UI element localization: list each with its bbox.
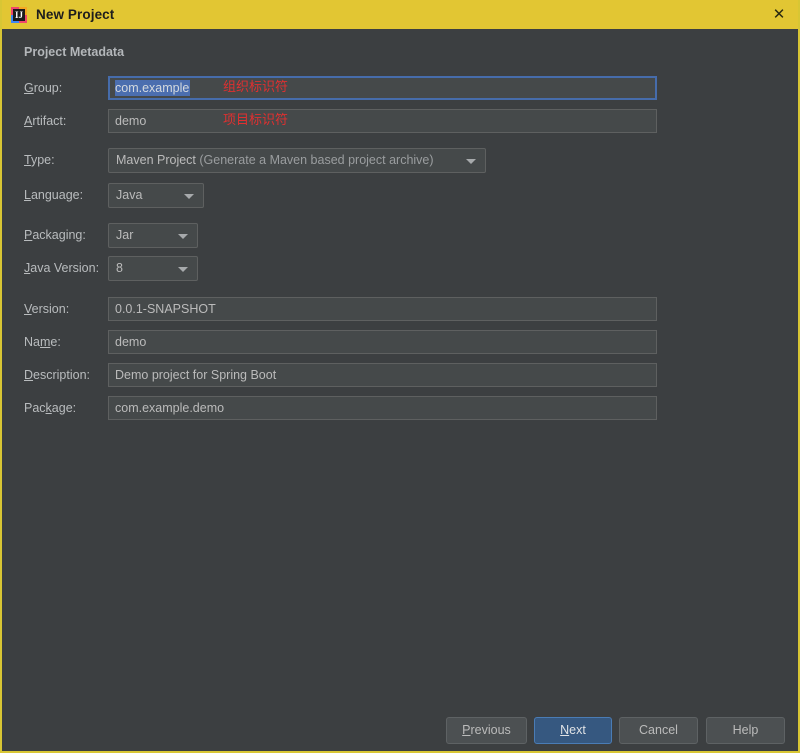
- dialog-body: Project Metadata Group: com.example 组织标识…: [2, 29, 798, 751]
- name-input[interactable]: demo: [108, 330, 657, 354]
- new-project-dialog: IJ New Project ✕ Project Metadata Group:…: [0, 0, 800, 753]
- description-label: Description:: [24, 368, 91, 382]
- language-label: Language:: [24, 188, 84, 202]
- close-icon[interactable]: ✕: [756, 0, 798, 29]
- package-label: Package:: [24, 401, 77, 415]
- description-input[interactable]: Demo project for Spring Boot: [108, 363, 657, 387]
- group-label: Group:: [24, 81, 63, 95]
- language-dropdown[interactable]: Java: [108, 183, 204, 208]
- type-value-hint: (Generate a Maven based project archive): [199, 153, 434, 167]
- window-title: New Project: [36, 7, 115, 22]
- group-input[interactable]: com.example: [108, 76, 657, 100]
- packaging-dropdown[interactable]: Jar: [108, 223, 198, 248]
- type-value: Maven Project: [116, 153, 196, 167]
- help-button[interactable]: Help: [706, 717, 785, 744]
- artifact-input[interactable]: demo: [108, 109, 657, 133]
- artifact-annotation: 项目标识符: [223, 113, 289, 128]
- type-label: Type:: [24, 153, 55, 167]
- type-dropdown[interactable]: Maven Project (Generate a Maven based pr…: [108, 148, 486, 173]
- next-button[interactable]: Next: [534, 717, 612, 744]
- package-input[interactable]: com.example.demo: [108, 396, 657, 420]
- intellij-idea-icon: IJ: [11, 6, 27, 23]
- java-version-label: Java Version:: [24, 261, 100, 275]
- chevron-down-icon: [178, 266, 188, 272]
- java-version-dropdown[interactable]: 8: [108, 256, 198, 281]
- chevron-down-icon: [466, 158, 476, 164]
- artifact-label: Artifact:: [24, 114, 67, 128]
- name-label: Name:: [24, 335, 61, 349]
- section-title: Project Metadata: [24, 45, 125, 59]
- language-value: Java: [116, 188, 143, 202]
- previous-button[interactable]: Previous: [446, 717, 527, 744]
- packaging-label: Packaging:: [24, 228, 86, 242]
- version-label: Version:: [24, 302, 70, 316]
- cancel-button[interactable]: Cancel: [619, 717, 698, 744]
- group-annotation: 组织标识符: [223, 80, 289, 95]
- group-input-value: com.example: [115, 80, 191, 96]
- chevron-down-icon: [184, 193, 194, 199]
- chevron-down-icon: [178, 233, 188, 239]
- title-bar: IJ New Project ✕: [2, 0, 798, 29]
- version-input[interactable]: 0.0.1-SNAPSHOT: [108, 297, 657, 321]
- packaging-value: Jar: [116, 228, 134, 242]
- java-version-value: 8: [116, 261, 123, 275]
